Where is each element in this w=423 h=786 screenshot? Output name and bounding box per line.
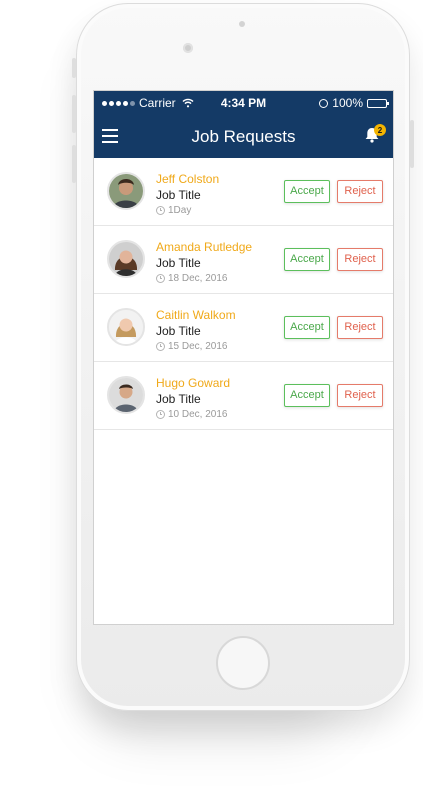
avatar: [107, 172, 145, 210]
job-title: Job Title: [156, 392, 201, 406]
phone-volume-down: [72, 145, 76, 183]
request-date-text: 1Day: [168, 205, 192, 216]
status-time: 4:34 PM: [220, 96, 267, 110]
avatar: [107, 376, 145, 414]
accept-button[interactable]: Accept: [284, 384, 330, 407]
accept-button[interactable]: Accept: [284, 248, 330, 271]
applicant-name[interactable]: Amanda Rutledge: [156, 240, 252, 254]
job-title: Job Title: [156, 324, 201, 338]
notification-badge: 2: [374, 124, 386, 136]
applicant-name[interactable]: Caitlin Walkom: [156, 308, 236, 322]
list-item: Caitlin Walkom Job Title 15 Dec, 2016 Ac…: [94, 294, 393, 362]
phone-power-button: [410, 120, 414, 168]
list-item: Amanda Rutledge Job Title 18 Dec, 2016 A…: [94, 226, 393, 294]
clock-icon: [156, 206, 165, 215]
accept-button[interactable]: Accept: [284, 316, 330, 339]
job-request-list: Jeff Colston Job Title 1Day Accept Rejec…: [94, 158, 393, 430]
reject-button[interactable]: Reject: [337, 248, 383, 271]
notifications-button[interactable]: 2: [363, 124, 386, 146]
request-date-text: 10 Dec, 2016: [168, 409, 228, 420]
request-date-text: 18 Dec, 2016: [168, 273, 228, 284]
request-date: 10 Dec, 2016: [156, 409, 228, 420]
page-title: Job Requests: [191, 127, 296, 146]
phone-volume-up: [72, 95, 76, 133]
job-title: Job Title: [156, 256, 201, 270]
phone-side-button: [72, 58, 76, 78]
list-item: Jeff Colston Job Title 1Day Accept Rejec…: [94, 158, 393, 226]
applicant-name[interactable]: Jeff Colston: [156, 172, 219, 186]
applicant-name[interactable]: Hugo Goward: [156, 376, 230, 390]
request-date-text: 15 Dec, 2016: [168, 341, 228, 352]
clock-icon: [156, 274, 165, 283]
phone-camera: [183, 43, 193, 53]
app-header: Job Requests 2: [94, 115, 393, 158]
request-date: 15 Dec, 2016: [156, 341, 228, 352]
battery-icon: [367, 98, 389, 108]
reject-button[interactable]: Reject: [337, 180, 383, 203]
reject-button[interactable]: Reject: [337, 384, 383, 407]
reject-button[interactable]: Reject: [337, 316, 383, 339]
request-date: 18 Dec, 2016: [156, 273, 228, 284]
list-item: Hugo Goward Job Title 10 Dec, 2016 Accep…: [94, 362, 393, 430]
clock-icon: [156, 342, 165, 351]
status-bar: Carrier 4:34 PM 100%: [94, 91, 393, 115]
clock-icon: [156, 410, 165, 419]
app-screen: Carrier 4:34 PM 100% Job Requests 2 Jeff…: [93, 90, 394, 625]
avatar: [107, 240, 145, 278]
request-date: 1Day: [156, 205, 191, 216]
job-title: Job Title: [156, 188, 201, 202]
accept-button[interactable]: Accept: [284, 180, 330, 203]
phone-speaker: [239, 21, 245, 27]
home-button[interactable]: [216, 636, 270, 690]
avatar: [107, 308, 145, 346]
